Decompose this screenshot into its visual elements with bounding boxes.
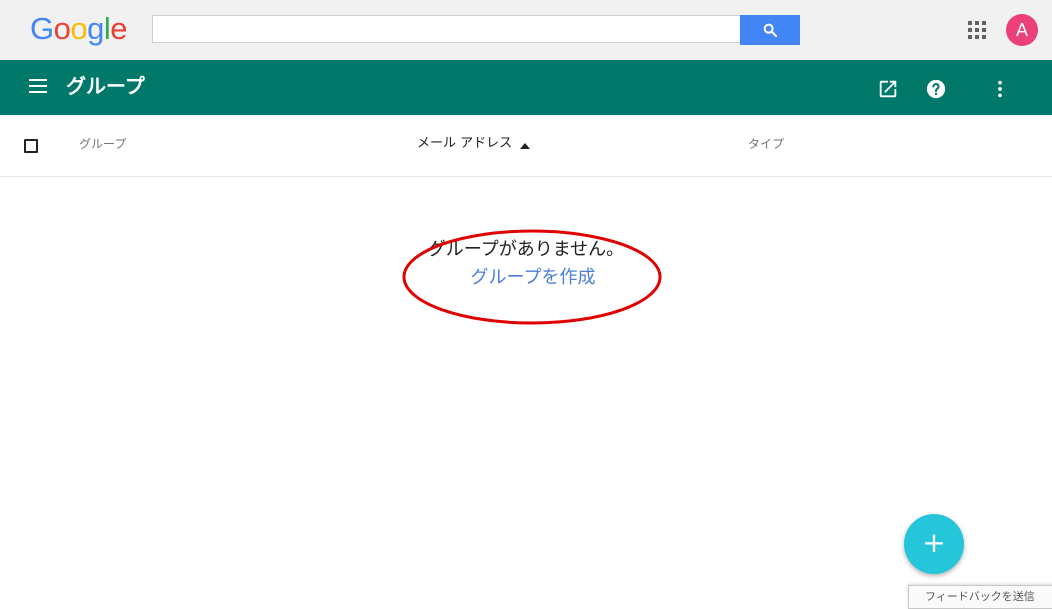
google-bar: Google A xyxy=(0,0,1052,60)
more-vert-icon[interactable] xyxy=(989,78,1011,100)
add-group-fab[interactable]: + xyxy=(904,514,964,574)
open-in-new-icon[interactable] xyxy=(877,78,899,100)
search-button[interactable] xyxy=(740,15,800,45)
apps-grid-icon[interactable] xyxy=(968,21,986,39)
search-icon xyxy=(763,23,778,38)
send-feedback-button[interactable]: フィードバックを送信 xyxy=(908,585,1052,609)
search-box xyxy=(152,15,800,45)
menu-icon[interactable] xyxy=(29,79,47,93)
select-all-checkbox[interactable] xyxy=(24,139,38,153)
page-title: グループ xyxy=(66,74,145,98)
sort-ascending-icon[interactable] xyxy=(520,143,530,149)
logo-letter: e xyxy=(110,11,128,46)
column-header-group[interactable]: グループ xyxy=(79,136,126,152)
logo-letter: G xyxy=(30,11,54,46)
logo-letter: g xyxy=(87,11,104,46)
column-header-type[interactable]: タイプ xyxy=(748,136,784,152)
logo-letter: o xyxy=(70,11,88,46)
help-icon[interactable] xyxy=(925,78,947,100)
account-avatar[interactable]: A xyxy=(1006,14,1038,46)
google-logo[interactable]: Google xyxy=(30,11,128,46)
column-header-email[interactable]: メール アドレス xyxy=(417,136,512,152)
table-header: グループ メール アドレス タイプ xyxy=(0,115,1052,177)
search-input[interactable] xyxy=(153,16,743,42)
red-circle-annotation xyxy=(402,229,662,325)
app-bar: グループ xyxy=(0,60,1052,115)
logo-letter: o xyxy=(53,11,71,46)
